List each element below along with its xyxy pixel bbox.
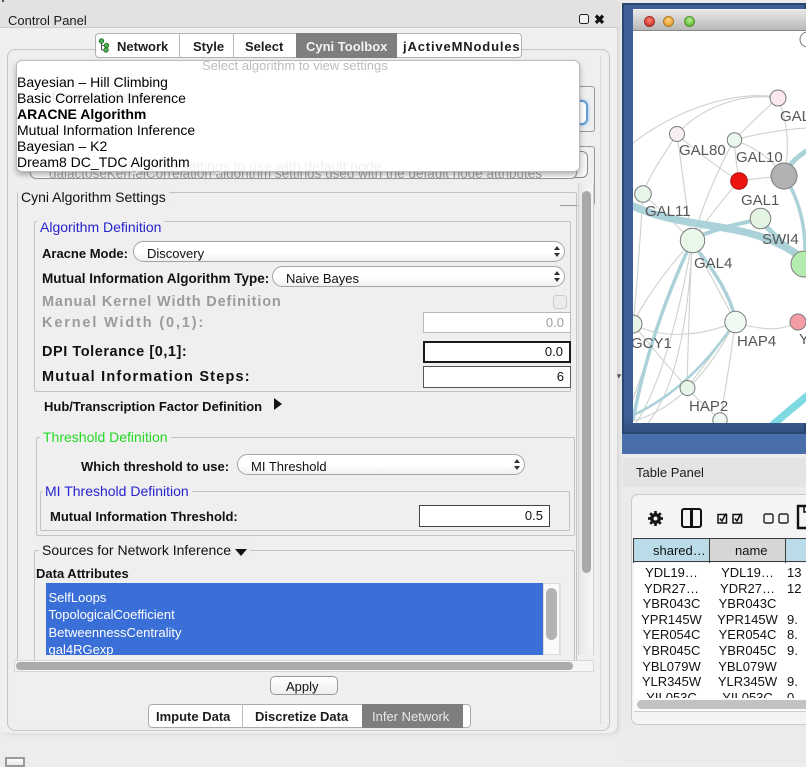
svg-text:YL: YL [799,331,806,348]
svg-text:GCY1: GCY1 [633,335,672,352]
svg-text:HAP2: HAP2 [689,398,728,415]
svg-text:SWI4: SWI4 [762,231,799,248]
svg-text:GAL7: GAL7 [780,108,806,125]
svg-text:HAP4: HAP4 [737,333,776,350]
svg-text:GAL4: GAL4 [694,255,732,272]
svg-text:GAL80: GAL80 [679,142,726,159]
svg-text:GAL10: GAL10 [736,149,783,166]
svg-text:GAL1: GAL1 [741,192,779,209]
svg-text:GAL11: GAL11 [645,203,691,220]
